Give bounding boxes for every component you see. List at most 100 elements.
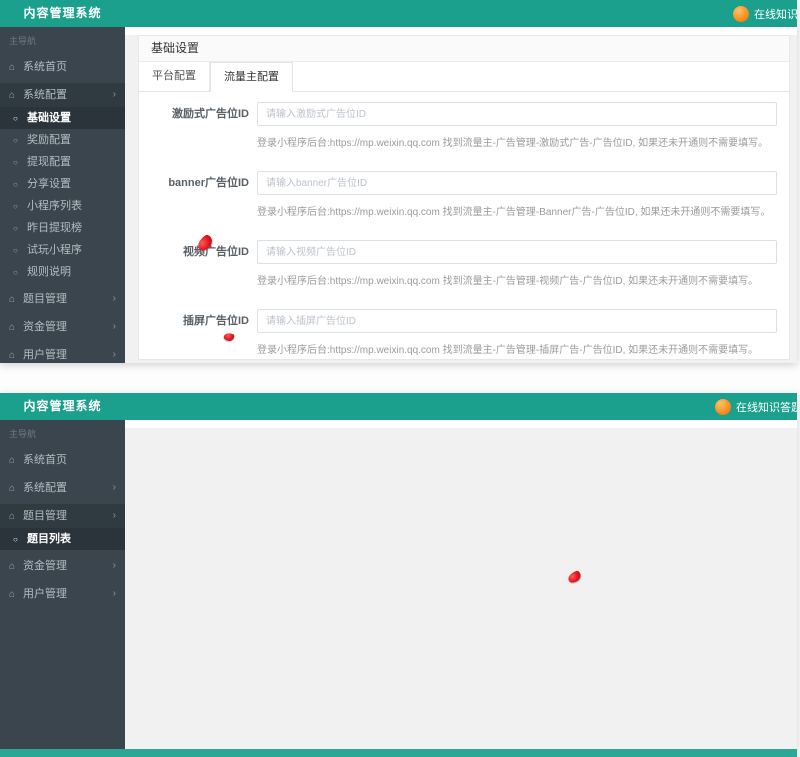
banner-ad-id-input[interactable] bbox=[257, 171, 777, 195]
form-row-banner-ad: banner广告位ID 登录小程序后台:https://mp.weixin.qq… bbox=[139, 171, 789, 218]
sidebar-item-funds-mgmt[interactable]: ⌂资金管理 › bbox=[0, 554, 125, 578]
sidebar-item-yesterday-withdraw-rank[interactable]: ○昨日提现榜 bbox=[0, 217, 125, 239]
top-header-bar: 内容管理系统 在线知识答题有奖 bbox=[0, 0, 797, 27]
sidebar-item-user-mgmt[interactable]: ⌂用户管理 › bbox=[0, 582, 125, 606]
user-avatar[interactable] bbox=[733, 6, 749, 22]
sidebar-item-label: 题目管理 bbox=[23, 293, 67, 305]
sidebar-item-home[interactable]: ⌂系统首页 bbox=[0, 55, 125, 79]
sidebar-item-basic-settings[interactable]: ○基础设置 bbox=[0, 107, 125, 129]
folder-icon: ⌂ bbox=[9, 288, 23, 312]
sidebar-item-label: 题目列表 bbox=[27, 533, 71, 545]
tab-traffic-config[interactable]: 流量主配置 bbox=[210, 62, 293, 92]
settings-screen: 内容管理系统 在线知识答题有奖 主导航 ⌂系统首页 ⌂系统配置 › ○基础设置 … bbox=[0, 0, 797, 363]
field-label: 视频广告位ID bbox=[139, 240, 249, 287]
tab-bar: 平台配置 流量主配置 bbox=[139, 62, 789, 92]
sidebar-item-label: 基础设置 bbox=[27, 112, 71, 124]
folder-icon: ⌂ bbox=[9, 583, 23, 607]
chevron-right-icon: › bbox=[113, 83, 116, 107]
sidebar-item-label: 系统配置 bbox=[23, 89, 67, 101]
circle-icon: ○ bbox=[13, 196, 27, 218]
circle-icon: ○ bbox=[13, 529, 27, 551]
sidebar-item-label: 资金管理 bbox=[23, 321, 67, 333]
sidebar-item-miniapp-list[interactable]: ○小程序列表 bbox=[0, 195, 125, 217]
circle-icon: ○ bbox=[13, 174, 27, 196]
field-hint: 登录小程序后台:https://mp.weixin.qq.com 找到流量主-广… bbox=[257, 134, 789, 149]
sidebar-item-label: 系统首页 bbox=[23, 61, 67, 73]
sidebar-item-home[interactable]: ⌂系统首页 bbox=[0, 448, 125, 472]
tab-platform-config[interactable]: 平台配置 bbox=[139, 62, 210, 91]
sidebar-item-label: 小程序列表 bbox=[27, 200, 82, 212]
sidebar-item-label: 系统配置 bbox=[23, 482, 67, 494]
sidebar-item-reward-config[interactable]: ○奖励配置 bbox=[0, 129, 125, 151]
circle-icon: ○ bbox=[13, 108, 27, 130]
user-account[interactable]: 在线知识答题有奖 bbox=[715, 393, 797, 420]
field-label: 插屏广告位ID bbox=[139, 309, 249, 356]
chevron-right-icon: › bbox=[113, 476, 116, 500]
chevron-right-icon: › bbox=[113, 504, 116, 528]
sidebar-item-label: 分享设置 bbox=[27, 178, 71, 190]
user-account[interactable]: 在线知识答题有奖 bbox=[733, 0, 797, 27]
sidebar-item-system-config[interactable]: ⌂系统配置 › bbox=[0, 83, 125, 107]
field-hint: 登录小程序后台:https://mp.weixin.qq.com 找到流量主-广… bbox=[257, 203, 789, 218]
chevron-right-icon: › bbox=[113, 287, 116, 311]
incentive-ad-id-input[interactable] bbox=[257, 102, 777, 126]
sidebar-item-label: 系统首页 bbox=[23, 454, 67, 466]
folder-icon: ⌂ bbox=[9, 316, 23, 340]
circle-icon: ○ bbox=[13, 152, 27, 174]
chevron-right-icon: › bbox=[113, 315, 116, 339]
folder-icon: ⌂ bbox=[9, 555, 23, 579]
sidebar-item-question-list[interactable]: ○题目列表 bbox=[0, 528, 125, 550]
chevron-right-icon: › bbox=[113, 582, 116, 606]
panel-title: 基础设置 bbox=[139, 36, 789, 62]
sidebar-item-label: 规则说明 bbox=[27, 266, 71, 278]
sidebar-item-label: 奖励配置 bbox=[27, 134, 71, 146]
top-header-bar: 内容管理系统 在线知识答题有奖 bbox=[0, 393, 797, 420]
form-row-interstitial-ad: 插屏广告位ID 登录小程序后台:https://mp.weixin.qq.com… bbox=[139, 309, 789, 356]
sidebar-item-label: 资金管理 bbox=[23, 560, 67, 572]
system-title: 内容管理系统 bbox=[0, 393, 125, 420]
chevron-right-icon: › bbox=[113, 343, 116, 363]
circle-icon: ○ bbox=[13, 218, 27, 240]
sidebar-item-label: 用户管理 bbox=[23, 349, 67, 361]
settings-icon: ⌂ bbox=[9, 84, 23, 108]
bottom-teal-strip bbox=[0, 749, 797, 757]
chevron-right-icon: › bbox=[113, 554, 116, 578]
form-row-video-ad: 视频广告位ID 登录小程序后台:https://mp.weixin.qq.com… bbox=[139, 240, 789, 287]
sidebar-item-label: 提现配置 bbox=[27, 156, 71, 168]
sidebar-item-label: 题目管理 bbox=[23, 510, 67, 522]
form-row-incentive-ad: 激励式广告位ID 登录小程序后台:https://mp.weixin.qq.co… bbox=[139, 102, 789, 149]
interstitial-ad-id-input[interactable] bbox=[257, 309, 777, 333]
ad-config-form: 激励式广告位ID 登录小程序后台:https://mp.weixin.qq.co… bbox=[139, 92, 789, 360]
sidebar-item-label: 昨日提现榜 bbox=[27, 222, 82, 234]
sidebar-item-share-settings[interactable]: ○分享设置 bbox=[0, 173, 125, 195]
sidebar-item-funds-mgmt[interactable]: ⌂资金管理 › bbox=[0, 315, 125, 339]
sidebar-item-label: 用户管理 bbox=[23, 588, 67, 600]
sidebar-item-question-mgmt[interactable]: ⌂题目管理 › bbox=[0, 287, 125, 311]
user-name-label: 在线知识答题有奖 bbox=[754, 6, 797, 22]
user-avatar[interactable] bbox=[715, 399, 731, 415]
settings-card: 基础设置 平台配置 流量主配置 激励式广告位ID 登录小程序后台:https:/… bbox=[138, 35, 790, 360]
circle-icon: ○ bbox=[13, 240, 27, 262]
video-ad-id-input[interactable] bbox=[257, 240, 777, 264]
sidebar-item-label: 试玩小程序 bbox=[27, 244, 82, 256]
sidebar-item-system-config[interactable]: ⌂系统配置 › bbox=[0, 476, 125, 500]
system-title: 内容管理系统 bbox=[0, 0, 125, 27]
folder-icon: ⌂ bbox=[9, 344, 23, 363]
sidebar-item-user-mgmt[interactable]: ⌂用户管理 › bbox=[0, 343, 125, 363]
sidebar-item-rules[interactable]: ○规则说明 bbox=[0, 261, 125, 283]
settings-icon: ⌂ bbox=[9, 477, 23, 501]
sidebar-item-trial-miniapp[interactable]: ○试玩小程序 bbox=[0, 239, 125, 261]
home-icon: ⌂ bbox=[9, 56, 23, 80]
circle-icon: ○ bbox=[13, 130, 27, 152]
field-label: 激励式广告位ID bbox=[139, 102, 249, 149]
sidebar-item-withdraw-config[interactable]: ○提现配置 bbox=[0, 151, 125, 173]
rose-petal-decoration bbox=[567, 570, 583, 584]
field-label: banner广告位ID bbox=[139, 171, 249, 218]
nav-section-label: 主导航 bbox=[0, 420, 125, 444]
header-divider bbox=[125, 27, 797, 35]
circle-icon: ○ bbox=[13, 262, 27, 284]
sidebar-item-question-mgmt[interactable]: ⌂题目管理 › bbox=[0, 504, 125, 528]
field-hint: 登录小程序后台:https://mp.weixin.qq.com 找到流量主-广… bbox=[257, 272, 789, 287]
sidebar-navigation: 主导航 ⌂系统首页 ⌂系统配置 › ⌂题目管理 › ○题目列表 ⌂资金管理 › … bbox=[0, 420, 125, 757]
nav-section-label: 主导航 bbox=[0, 27, 125, 51]
